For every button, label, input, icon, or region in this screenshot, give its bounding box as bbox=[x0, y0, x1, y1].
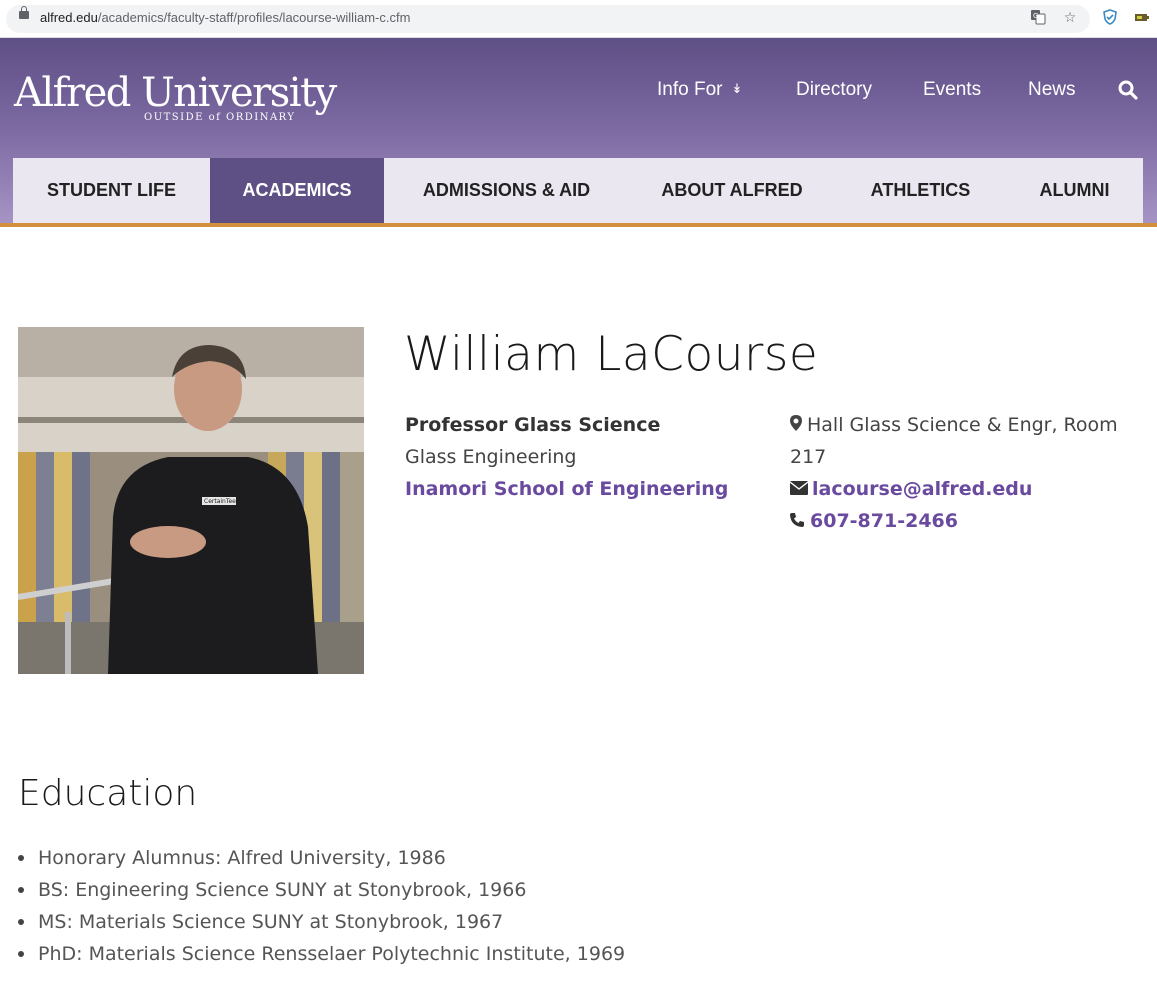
search-icon[interactable] bbox=[1118, 80, 1138, 100]
profile-title: Professor Glass Science bbox=[405, 414, 661, 436]
list-item: Honorary Alumnus: Alfred University, 198… bbox=[18, 842, 625, 874]
email-row: lacourse@alfred.edu bbox=[789, 473, 1140, 505]
tab-student-life[interactable]: STUDENT LIFE bbox=[13, 158, 210, 223]
school-link[interactable]: Inamori School of Engineering bbox=[405, 473, 728, 505]
double-chevron-down-icon: ↡ bbox=[731, 81, 743, 96]
envelope-icon bbox=[789, 473, 809, 505]
news-link[interactable]: News bbox=[1028, 79, 1076, 103]
profile-details: Professor Glass Science Glass Engineerin… bbox=[405, 409, 728, 505]
extension-shield-icon[interactable] bbox=[1101, 9, 1119, 27]
browser-address-bar: alfred.edu/academics/faculty-staff/profi… bbox=[0, 0, 1157, 38]
tab-admissions-aid[interactable]: ADMISSIONS & AID bbox=[384, 158, 629, 223]
nav-accent-line bbox=[0, 223, 1157, 227]
phone-link[interactable]: 607-871-2466 bbox=[810, 510, 958, 532]
tab-about-alfred[interactable]: ABOUT ALFRED bbox=[629, 158, 835, 223]
tab-athletics[interactable]: ATHLETICS bbox=[835, 158, 1006, 223]
directory-link[interactable]: Directory bbox=[796, 79, 872, 103]
profile-contact: Hall Glass Science & Engr, Room 217 laco… bbox=[789, 409, 1140, 537]
education-heading: Education bbox=[18, 773, 198, 814]
profile-name: William LaCourse bbox=[404, 327, 819, 382]
list-item: BS: Engineering Science SUNY at Stonybro… bbox=[18, 874, 625, 906]
info-for-menu[interactable]: Info For ↡ bbox=[657, 79, 742, 103]
list-item: MS: Materials Science SUNY at Stonybrook… bbox=[18, 906, 625, 938]
office-location: Hall Glass Science & Engr, Room 217 bbox=[790, 409, 1140, 473]
education-list: Honorary Alumnus: Alfred University, 198… bbox=[18, 842, 625, 970]
phone-icon bbox=[790, 505, 804, 537]
profile-department: Glass Engineering bbox=[405, 446, 577, 468]
list-item: PhD: Materials Science Rensselaer Polyte… bbox=[18, 938, 625, 970]
phone-row: 607-871-2466 bbox=[790, 505, 1140, 537]
url-text[interactable]: alfred.edu/academics/faculty-staff/profi… bbox=[40, 10, 410, 25]
tab-alumni[interactable]: ALUMNI bbox=[1006, 158, 1143, 223]
bookmark-star-icon[interactable]: ☆ bbox=[1061, 9, 1079, 27]
extension-battery-icon[interactable] bbox=[1133, 9, 1151, 27]
tab-academics[interactable]: ACADEMICS bbox=[210, 158, 384, 223]
events-link[interactable]: Events bbox=[923, 79, 981, 103]
lock-icon[interactable] bbox=[19, 6, 29, 19]
translate-icon[interactable]: G bbox=[1029, 9, 1047, 27]
profile-photo: CertainTeed bbox=[18, 327, 364, 674]
main-navigation: STUDENT LIFE ACADEMICS ADMISSIONS & AID … bbox=[13, 158, 1143, 223]
svg-text:G: G bbox=[1033, 12, 1038, 20]
email-link[interactable]: lacourse@alfred.edu bbox=[812, 478, 1032, 500]
alfred-university-logo[interactable]: Alfred University OUTSIDE of ORDINARY bbox=[14, 71, 337, 123]
map-marker-icon bbox=[790, 409, 802, 441]
